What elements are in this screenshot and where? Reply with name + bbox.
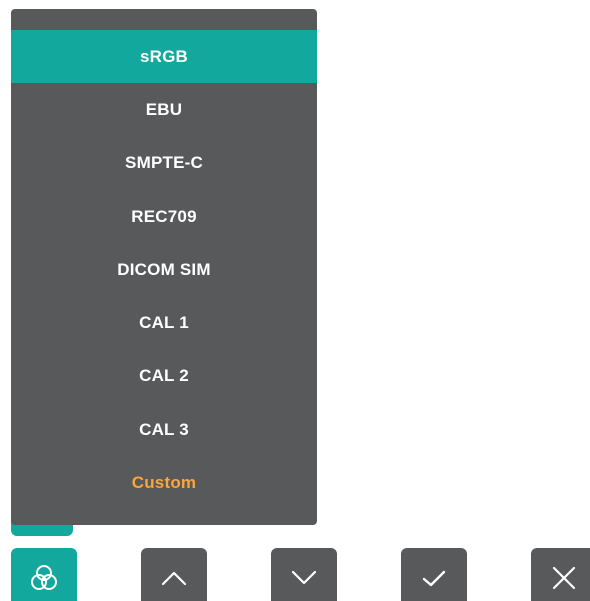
color-circles-icon xyxy=(29,563,59,593)
menu-item-custom[interactable]: Custom xyxy=(11,456,317,509)
checkmark-icon xyxy=(420,567,448,589)
menu-item-srgb[interactable]: sRGB xyxy=(11,30,317,84)
menu-item-smpte-c[interactable]: SMPTE-C xyxy=(11,137,317,190)
menu-item-cal-3[interactable]: CAL 3 xyxy=(11,403,317,456)
menu-item-ebu[interactable]: EBU xyxy=(11,83,317,136)
color-space-menu: sRGB EBU SMPTE-C REC709 DICOM SIM CAL 1 … xyxy=(11,9,317,525)
down-button[interactable] xyxy=(271,548,337,601)
menu-item-cal-2[interactable]: CAL 2 xyxy=(11,350,317,403)
chevron-down-icon xyxy=(290,568,318,588)
menu-item-dicom-sim[interactable]: DICOM SIM xyxy=(11,243,317,296)
menu-item-rec709[interactable]: REC709 xyxy=(11,190,317,243)
chevron-up-icon xyxy=(160,568,188,588)
close-button[interactable] xyxy=(531,548,590,601)
osd-screen: sRGB EBU SMPTE-C REC709 DICOM SIM CAL 1 … xyxy=(0,0,590,601)
close-icon xyxy=(551,565,577,591)
confirm-button[interactable] xyxy=(401,548,467,601)
menu-item-cal-1[interactable]: CAL 1 xyxy=(11,296,317,349)
color-mode-button[interactable] xyxy=(11,548,77,601)
up-button[interactable] xyxy=(141,548,207,601)
